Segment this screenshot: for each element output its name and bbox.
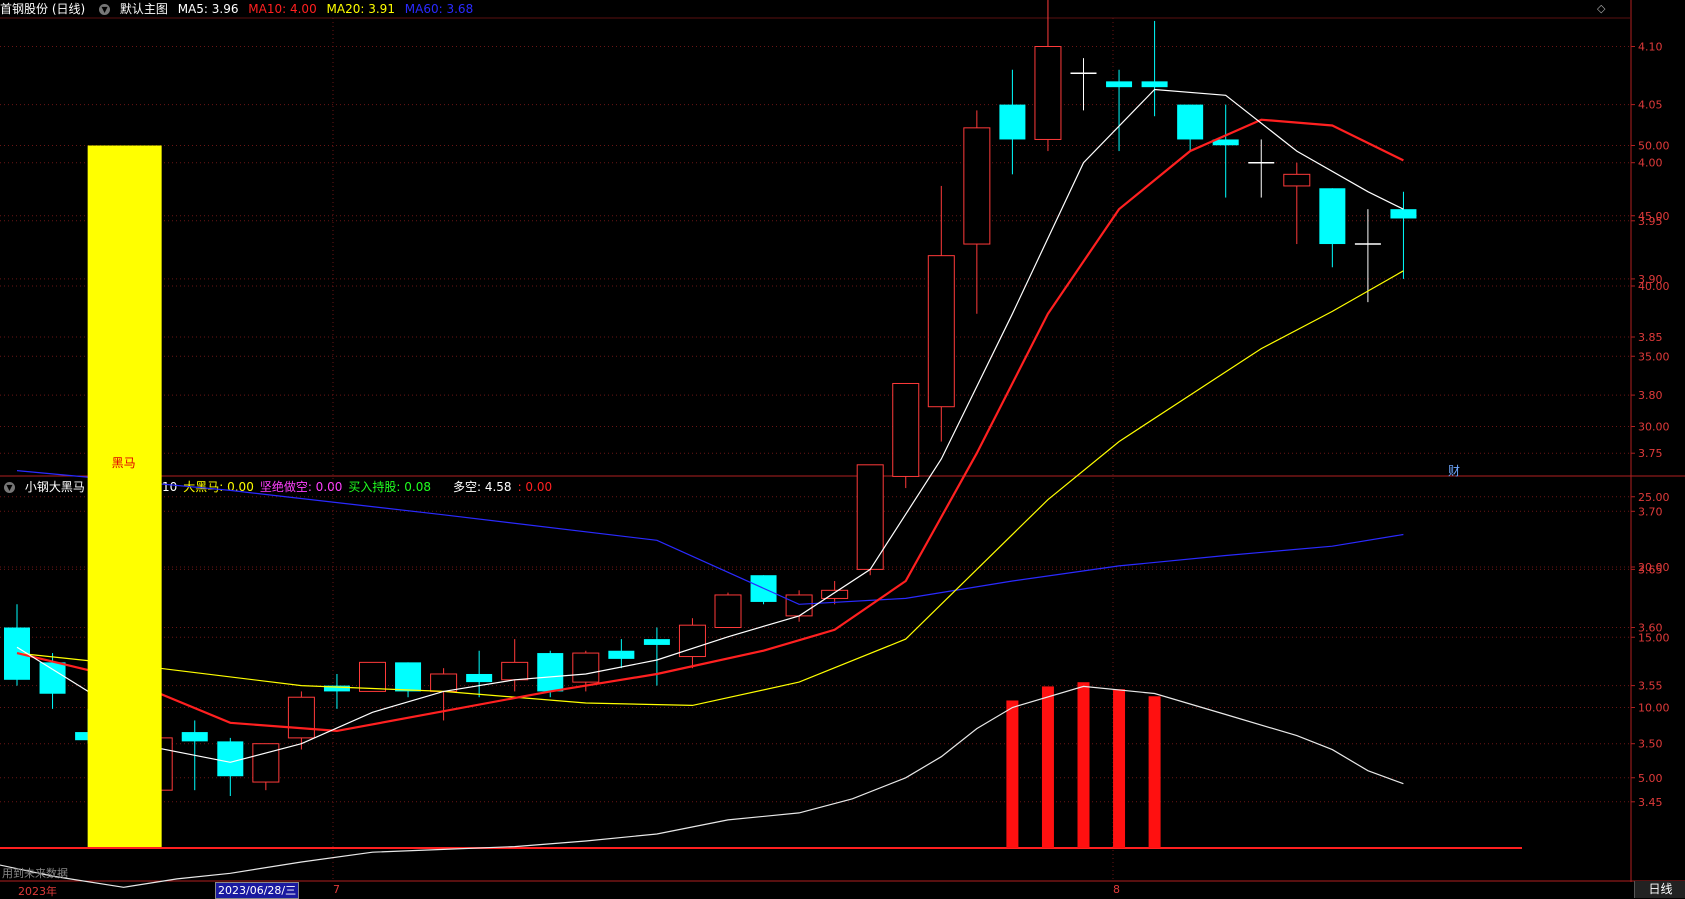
candle-body-up <box>359 661 386 692</box>
candle-body-down <box>643 639 670 645</box>
candle-body-down <box>466 673 493 683</box>
candle-body-up <box>821 589 849 599</box>
period-tab[interactable]: 日线 <box>1634 881 1685 898</box>
candle-body-up <box>963 127 991 245</box>
candle-body-down <box>1141 81 1168 88</box>
ma60-line <box>16 470 1404 605</box>
indicator-tick-label: 45.00 <box>1638 210 1670 223</box>
candle-body-down <box>608 650 635 659</box>
price-tick-label: 3.80 <box>1638 389 1663 402</box>
candle-body-down <box>1319 188 1346 245</box>
candle-body-down <box>395 662 422 692</box>
heima-label: 黑马 <box>111 455 136 470</box>
candle-body-down <box>39 662 66 694</box>
signal-bar <box>1006 700 1019 848</box>
indicator-tick-label: 15.00 <box>1638 631 1670 644</box>
candle-body-down <box>1106 81 1133 88</box>
candle-body-down <box>537 653 564 692</box>
heima-bar <box>87 145 162 848</box>
candle-body-up <box>287 696 315 739</box>
candle-body-down <box>999 104 1026 140</box>
price-tick-label: 4.05 <box>1638 99 1663 112</box>
candle-body-down <box>217 741 244 777</box>
price-tick-label: 4.00 <box>1638 157 1663 170</box>
candle-body-up <box>856 464 884 570</box>
future-data-warning: 用到未来数据 <box>2 867 68 880</box>
price-tick-label: 3.50 <box>1638 738 1663 751</box>
indicator-tick-label: 10.00 <box>1638 702 1670 715</box>
candle-body-up <box>501 661 529 681</box>
indicator-tick-label: 30.00 <box>1638 421 1670 434</box>
price-tick-label: 3.55 <box>1638 680 1663 693</box>
year-label: 2023年 <box>18 885 57 898</box>
indicator-tick-label: 20.00 <box>1638 561 1670 574</box>
indicator-tick-label: 35.00 <box>1638 350 1670 363</box>
price-tick-label: 3.75 <box>1638 447 1663 460</box>
indicator-tick-label: 50.00 <box>1638 140 1670 153</box>
price-tick-label: 4.10 <box>1638 41 1663 54</box>
finance-marker[interactable]: 财 <box>1448 462 1460 479</box>
candle-body-down <box>1390 209 1417 219</box>
ma10-line <box>16 118 1404 733</box>
cursor-date: 2023/06/28/三 <box>215 882 300 899</box>
indicator-tick-label: 40.00 <box>1638 280 1670 293</box>
candle-body-up <box>430 673 458 692</box>
duokong-line <box>0 685 1404 888</box>
signal-bar <box>1113 689 1126 848</box>
candle-body-down <box>181 732 208 742</box>
signal-bar <box>1148 696 1161 848</box>
month-label-8: 8 <box>1113 883 1120 896</box>
indicator-tick-label: 5.00 <box>1638 772 1663 785</box>
price-tick-label: 3.85 <box>1638 331 1663 344</box>
candle-body-up <box>572 652 600 683</box>
signal-bar <box>1077 682 1090 848</box>
month-label-7: 7 <box>333 883 340 896</box>
candle-body-up <box>1283 173 1311 187</box>
indicator-tick-label: 25.00 <box>1638 491 1670 504</box>
signal-bar <box>1041 686 1054 848</box>
candle-body-down <box>1177 104 1204 140</box>
ma20-line <box>16 270 1404 707</box>
candle-body-up <box>892 382 920 477</box>
candle-body-up <box>785 594 813 617</box>
chart-canvas[interactable]: 4.154.104.054.003.953.903.853.803.753.70… <box>0 0 1685 898</box>
price-tick-label: 3.45 <box>1638 796 1663 809</box>
candle-body-up <box>252 743 280 783</box>
price-tick-label: 3.70 <box>1638 505 1663 518</box>
candle-body-up <box>714 594 742 628</box>
candle-body-up <box>1034 46 1062 140</box>
candle-body-up <box>927 255 955 408</box>
